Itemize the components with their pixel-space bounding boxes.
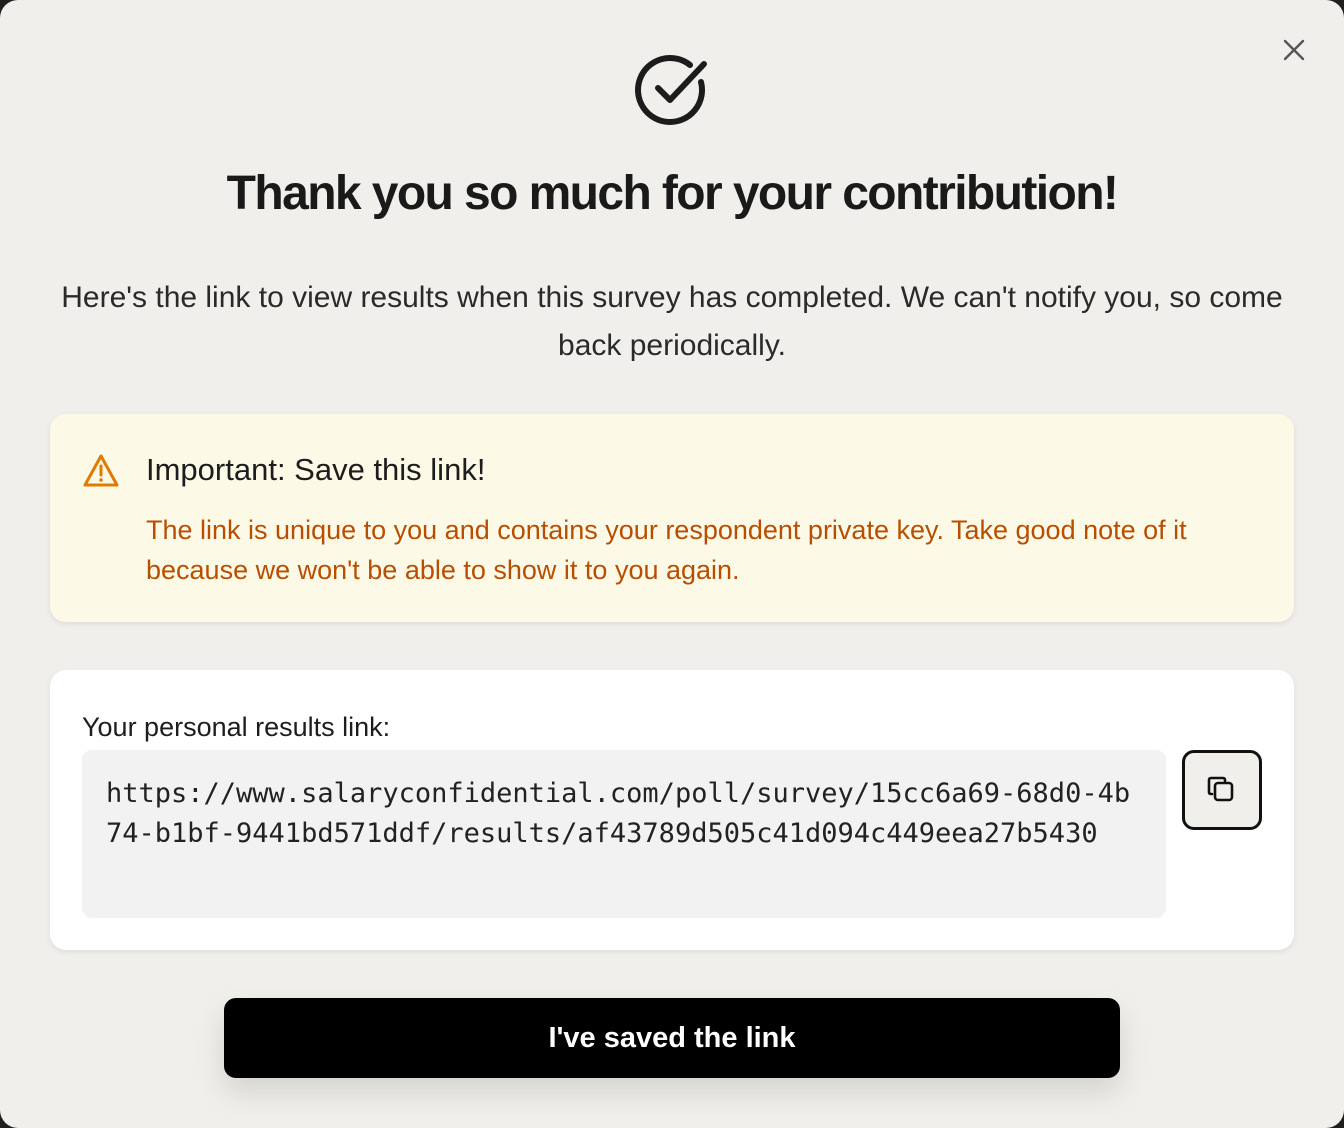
warning-title: Important: Save this link! — [146, 452, 486, 487]
saved-link-button[interactable]: I've saved the link — [224, 998, 1120, 1078]
modal-title: Thank you so much for your contribution! — [226, 167, 1119, 220]
results-link-modal: Thank you so much for your contribution!… — [0, 0, 1344, 1128]
close-icon — [1283, 39, 1305, 61]
results-link-label: Your personal results link: — [82, 712, 391, 742]
results-link-card: Your personal results link: https://www.… — [50, 670, 1294, 950]
results-link-field[interactable]: https://www.salaryconfidential.com/poll/… — [82, 750, 1166, 918]
warning-triangle-icon — [83, 454, 119, 487]
check-circle-icon — [635, 55, 707, 125]
copy-link-button[interactable] — [1182, 750, 1262, 830]
close-button[interactable] — [1280, 36, 1308, 64]
modal-subtitle: Here's the link to view results when thi… — [61, 281, 1283, 362]
warning-text: The link is unique to you and contains y… — [146, 515, 1187, 585]
copy-icon — [1207, 776, 1234, 802]
warning-callout: Important: Save this link! The link is u… — [50, 414, 1294, 622]
